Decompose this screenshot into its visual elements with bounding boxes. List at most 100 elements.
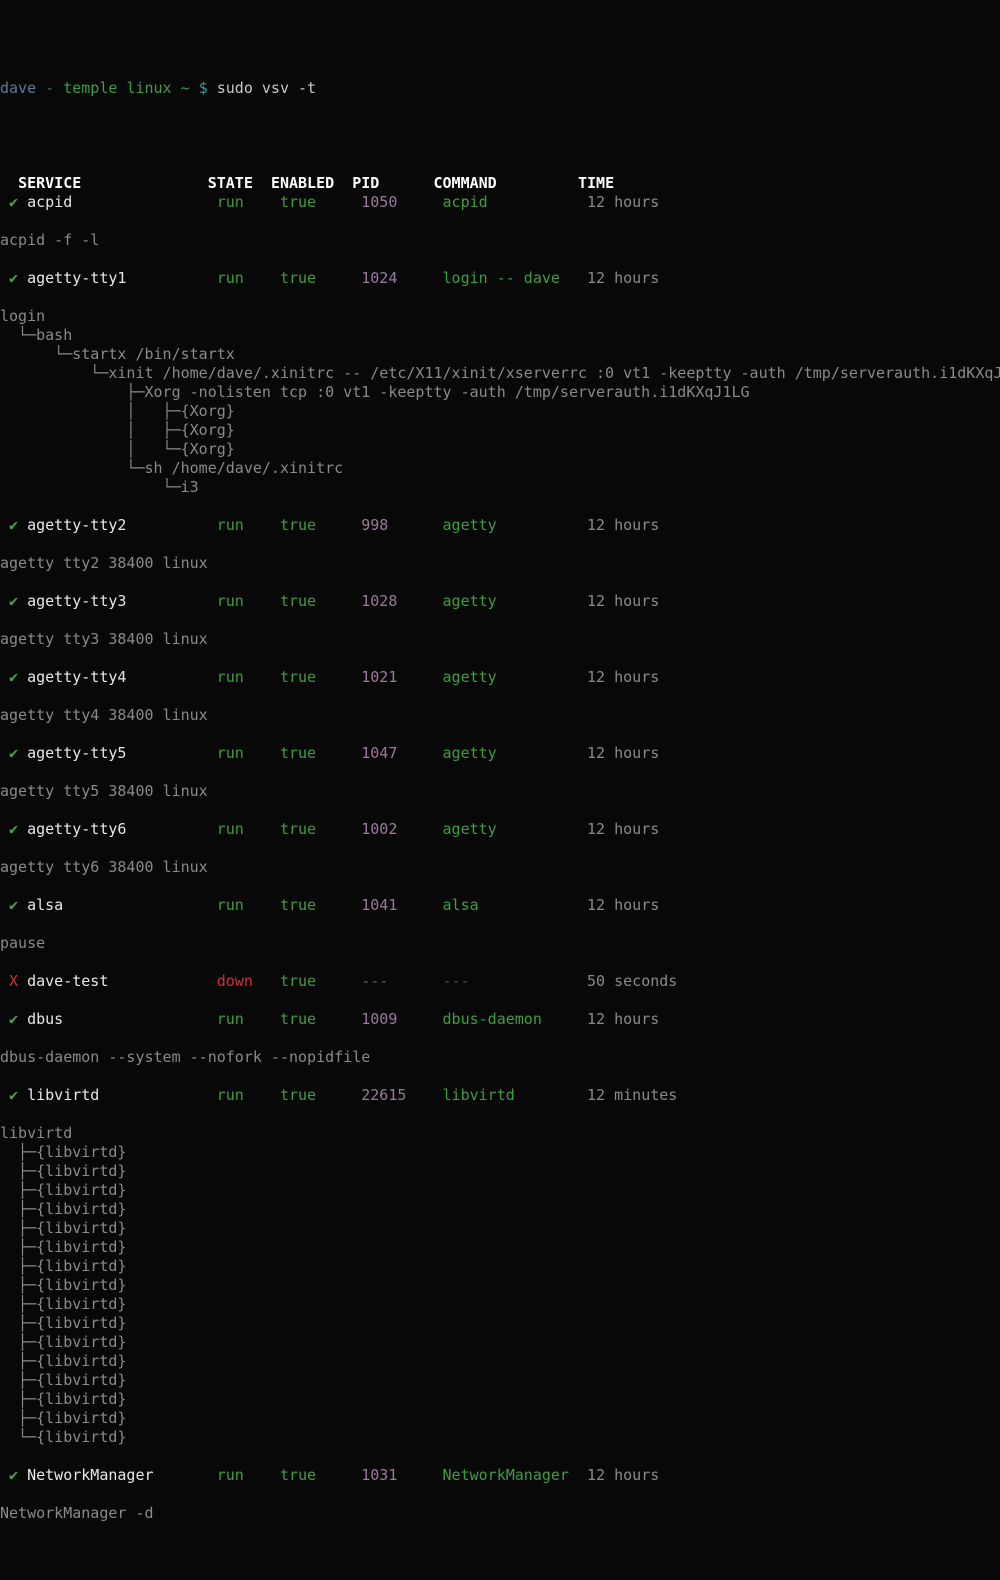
status-up-icon: ✔: [9, 820, 19, 838]
process-tree-line: ├─{libvirtd}: [0, 1200, 127, 1218]
process-tree-line: ├─{libvirtd}: [0, 1390, 127, 1408]
process-tree-line: pause: [0, 934, 46, 952]
process-tree-line: dbus-daemon --system --nofork --nopidfil…: [0, 1048, 371, 1066]
service-row[interactable]: X dave-test down true --- --- 50 seconds: [0, 972, 1000, 991]
status-up-icon: ✔: [9, 668, 19, 686]
service-name: NetworkManager: [27, 1466, 154, 1484]
process-tree-line: ├─{libvirtd}: [0, 1257, 127, 1275]
process-tree-line: └─xinit /home/dave/.xinitrc -- /etc/X11/…: [0, 364, 1000, 382]
column-header-pid: PID: [352, 174, 380, 192]
service-state: run: [216, 1466, 244, 1484]
column-header-state: STATE: [207, 174, 253, 192]
service-row[interactable]: ✔ agetty-tty3 run true 1028 agetty 12 ho…: [0, 592, 1000, 611]
row-indent: [0, 592, 9, 610]
service-state: run: [216, 896, 244, 914]
service-time: 12 hours: [587, 193, 660, 211]
service-row[interactable]: ✔ NetworkManager run true 1031 NetworkMa…: [0, 1466, 1000, 1485]
service-enabled: true: [279, 1086, 317, 1104]
terminal-window[interactable]: dave - temple linux ~ $ sudo vsv -t SERV…: [0, 0, 1000, 1580]
service-state: run: [216, 1010, 244, 1028]
row-indent: [0, 269, 9, 287]
service-command: NetworkManager: [442, 1466, 569, 1484]
process-tree-line: ├─{libvirtd}: [0, 1409, 127, 1427]
service-row[interactable]: ✔ acpid run true 1050 acpid 12 hours: [0, 193, 1000, 212]
service-row[interactable]: ✔ agetty-tty2 run true 998 agetty 12 hou…: [0, 516, 1000, 535]
service-command: agetty: [442, 820, 497, 838]
service-name: agetty-tty6: [27, 820, 127, 838]
prompt-space-6: [208, 79, 217, 97]
service-row[interactable]: ✔ agetty-tty4 run true 1021 agetty 12 ho…: [0, 668, 1000, 687]
service-row[interactable]: ✔ alsa run true 1041 alsa 12 hours: [0, 896, 1000, 915]
prompt-space-1: [36, 79, 45, 97]
service-row[interactable]: ✔ dbus run true 1009 dbus-daemon 12 hour…: [0, 1010, 1000, 1029]
service-state: run: [216, 269, 244, 287]
process-tree-line: ├─{libvirtd}: [0, 1352, 127, 1370]
service-state: run: [216, 592, 244, 610]
service-time: 12 hours: [587, 516, 660, 534]
process-tree-line: │ ├─{Xorg}: [0, 402, 235, 420]
service-time: 12 hours: [587, 1466, 660, 1484]
status-up-icon: ✔: [9, 1010, 19, 1028]
service-row[interactable]: ✔ libvirtd run true 22615 libvirtd 12 mi…: [0, 1086, 1000, 1105]
service-time: 12 hours: [587, 896, 660, 914]
service-enabled: true: [279, 668, 317, 686]
process-tree-line: ├─{libvirtd}: [0, 1371, 127, 1389]
service-time: 12 hours: [587, 592, 660, 610]
service-row[interactable]: ✔ agetty-tty6 run true 1002 agetty 12 ho…: [0, 820, 1000, 839]
row-indent: [0, 896, 9, 914]
service-pid: 22615: [361, 1086, 407, 1104]
service-state: run: [216, 744, 244, 762]
service-time: 12 hours: [587, 668, 660, 686]
process-tree-line: │ ├─{Xorg}: [0, 421, 235, 439]
process-tree-line: ├─{libvirtd}: [0, 1333, 127, 1351]
service-time: 12 hours: [587, 820, 660, 838]
prompt-os: linux: [126, 79, 172, 97]
status-up-icon: ✔: [9, 516, 19, 534]
process-tree-line: └─{libvirtd}: [0, 1428, 127, 1446]
service-enabled: true: [279, 896, 317, 914]
service-row[interactable]: ✔ agetty-tty1 run true 1024 login -- dav…: [0, 269, 1000, 288]
status-up-icon: ✔: [9, 269, 19, 287]
service-state: run: [216, 193, 244, 211]
row-indent: [0, 668, 9, 686]
service-command: acpid: [442, 193, 488, 211]
service-row[interactable]: ✔ agetty-tty5 run true 1047 agetty 12 ho…: [0, 744, 1000, 763]
